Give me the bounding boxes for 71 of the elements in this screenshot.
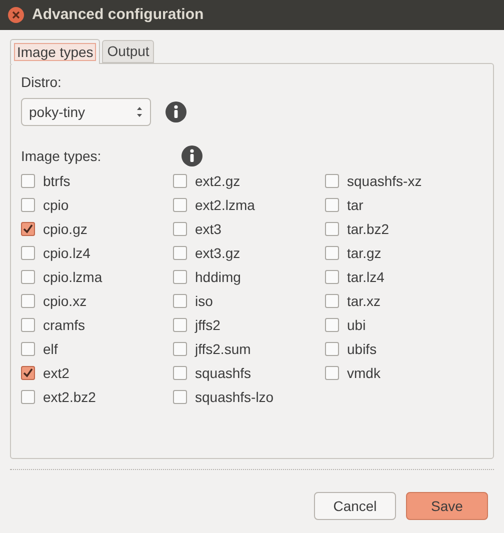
- checkbox-label: elf: [43, 340, 58, 358]
- checkbox-label: ext2: [43, 364, 70, 382]
- checkbox-label: jffs2.sum: [195, 340, 251, 359]
- checkbox-label: ext2.gz: [195, 172, 240, 191]
- checkbox[interactable]: [173, 198, 187, 212]
- checkbox[interactable]: [325, 342, 339, 356]
- checkbox[interactable]: [173, 222, 187, 236]
- info-icon[interactable]: [181, 145, 203, 167]
- checkbox[interactable]: [21, 246, 35, 260]
- checkbox-label: ext3.gz: [195, 244, 240, 263]
- checkbox[interactable]: [325, 294, 339, 308]
- checkbox[interactable]: [21, 342, 35, 356]
- checkbox-label: jffs2: [195, 316, 220, 335]
- checkbox-label: squashfs: [195, 364, 252, 383]
- checkbox-label: btrfs: [43, 172, 70, 190]
- checkbox-label: tar: [347, 196, 364, 214]
- checkbox[interactable]: [21, 174, 35, 188]
- checkbox-label: squashfs-xz: [347, 172, 422, 191]
- checkbox[interactable]: [325, 270, 339, 284]
- checkbox[interactable]: [325, 222, 339, 236]
- checkbox[interactable]: [21, 294, 35, 308]
- checkbox-label: ext3: [195, 220, 222, 238]
- checkbox[interactable]: [173, 294, 187, 308]
- close-button[interactable]: [8, 7, 24, 23]
- checkbox[interactable]: [21, 366, 35, 380]
- checkbox-label: cpio.lzma: [43, 268, 102, 287]
- distro-select[interactable]: poky-tiny: [21, 98, 151, 126]
- checkbox-label: tar.bz2: [347, 220, 390, 238]
- checkbox[interactable]: [21, 222, 35, 236]
- checkbox-label: cpio.lz4: [43, 244, 90, 263]
- save-button[interactable]: Save: [406, 492, 488, 520]
- checkbox-label: vmdk: [347, 364, 380, 382]
- checkbox-label: hddimg: [195, 268, 241, 287]
- checkbox[interactable]: [173, 270, 187, 284]
- checkbox-label: ext2.lzma: [195, 196, 255, 214]
- checkbox-label: cpio.xz: [43, 292, 87, 311]
- distro-label: Distro:: [21, 73, 62, 92]
- checkbox-label: squashfs-lzo: [195, 388, 274, 407]
- checkbox[interactable]: [173, 342, 187, 356]
- checkbox-label: ubi: [347, 316, 366, 334]
- checkbox-label: cpio.gz: [43, 220, 88, 239]
- info-icon[interactable]: [165, 101, 187, 123]
- checkbox-label: tar.gz: [347, 244, 382, 263]
- checkbox-label: ubifs: [347, 340, 377, 358]
- close-icon: [12, 11, 20, 19]
- checkbox[interactable]: [173, 390, 187, 404]
- checkbox[interactable]: [21, 318, 35, 332]
- checkbox[interactable]: [21, 270, 35, 284]
- checkbox-label: tar.xz: [347, 292, 380, 310]
- checkbox-label: cramfs: [43, 316, 85, 334]
- checkbox[interactable]: [21, 390, 35, 404]
- checkbox[interactable]: [173, 246, 187, 260]
- checkbox[interactable]: [173, 366, 187, 380]
- window-title: Advanced configuration: [32, 4, 204, 25]
- checkbox[interactable]: [173, 174, 187, 188]
- checkbox[interactable]: [325, 318, 339, 332]
- checkbox[interactable]: [325, 246, 339, 260]
- checkbox[interactable]: [21, 198, 35, 212]
- image-types-label: Image types:: [21, 146, 102, 166]
- checkbox-label: iso: [195, 292, 213, 310]
- cancel-button[interactable]: Cancel: [314, 492, 396, 520]
- checkbox[interactable]: [325, 174, 339, 188]
- checkbox-label: cpio: [43, 196, 69, 215]
- checkbox-label: ext2.bz2: [43, 388, 96, 406]
- checkbox-label: tar.lz4: [347, 268, 384, 286]
- checkbox[interactable]: [325, 198, 339, 212]
- spinner-arrows-icon: [136, 106, 143, 118]
- checkbox[interactable]: [325, 366, 339, 380]
- tab[interactable]: Image types: [10, 39, 100, 64]
- tab[interactable]: Output: [102, 40, 154, 63]
- checkbox[interactable]: [173, 318, 187, 332]
